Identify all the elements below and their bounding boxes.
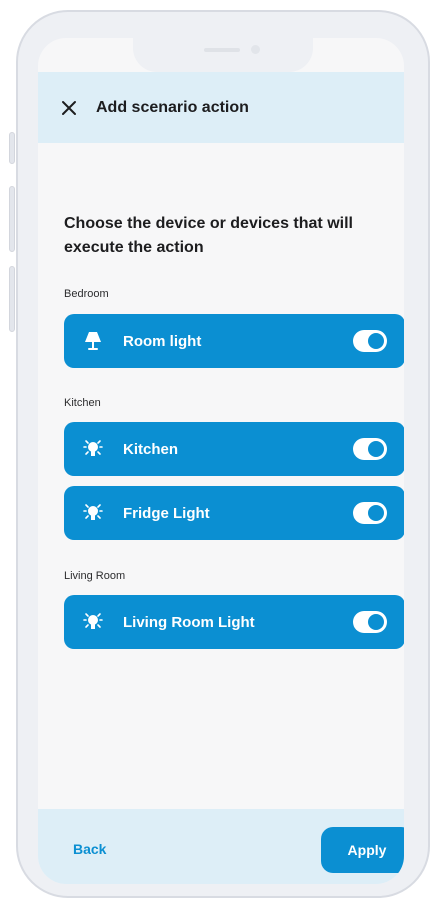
- app-header: Add scenario action: [38, 72, 404, 143]
- device-item-room-light[interactable]: Room light: [64, 314, 404, 368]
- front-camera: [251, 45, 260, 54]
- apply-button[interactable]: Apply: [321, 827, 404, 873]
- instruction-text: Choose the device or devices that will e…: [64, 215, 353, 256]
- toggle-knob: [368, 505, 384, 521]
- volume-down-button: [9, 266, 15, 332]
- device-item-fridge-light[interactable]: Fridge Light: [64, 486, 404, 540]
- footer-bar: Back Apply: [38, 809, 404, 884]
- device-label: Kitchen: [123, 440, 179, 458]
- device-toggle[interactable]: [353, 330, 387, 352]
- device-label: Living Room Light: [123, 613, 255, 631]
- notch: [133, 38, 313, 72]
- back-button[interactable]: Back: [73, 841, 106, 857]
- toggle-knob: [368, 441, 384, 457]
- device-toggle[interactable]: [353, 611, 387, 633]
- phone-screen: Add scenario action Choose the device or…: [38, 38, 404, 884]
- device-label: Fridge Light: [123, 504, 210, 522]
- device-item-living-room-light[interactable]: Living Room Light: [64, 595, 404, 649]
- device-item-kitchen[interactable]: Kitchen: [64, 422, 404, 476]
- lamp-icon: [80, 328, 106, 354]
- device-toggle[interactable]: [353, 502, 387, 524]
- device-toggle[interactable]: [353, 438, 387, 460]
- silent-switch: [9, 132, 15, 164]
- lightbulb-icon: [80, 609, 106, 635]
- lightbulb-icon: [80, 436, 106, 462]
- lightbulb-icon: [80, 500, 106, 526]
- volume-up-button: [9, 186, 15, 252]
- group-label-bedroom: Bedroom: [64, 288, 109, 300]
- speaker-grille: [204, 48, 240, 52]
- toggle-knob: [368, 333, 384, 349]
- device-label: Room light: [123, 332, 202, 350]
- page-title: Add scenario action: [96, 98, 249, 116]
- close-icon[interactable]: [59, 98, 79, 118]
- group-label-living-room: Living Room: [64, 570, 126, 582]
- toggle-knob: [368, 614, 384, 630]
- group-label-kitchen: Kitchen: [64, 397, 101, 409]
